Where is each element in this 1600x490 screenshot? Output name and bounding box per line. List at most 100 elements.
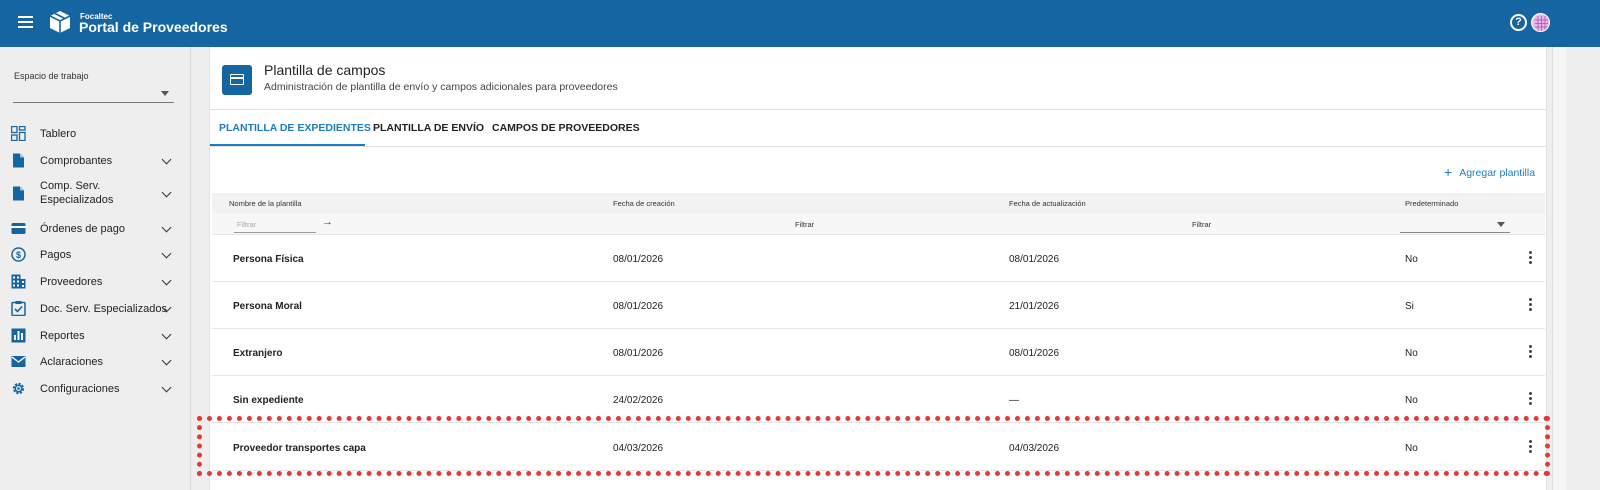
sidebar-item-pagos[interactable]: $ Pagos: [0, 245, 190, 265]
hamburger-menu-icon[interactable]: [18, 16, 33, 28]
chevron-down-icon: [161, 154, 172, 165]
column-header-default[interactable]: Predeterminado: [1405, 199, 1458, 208]
sidebar-item-label: Proveedores: [40, 276, 103, 288]
row-name: Persona Moral: [233, 301, 302, 312]
sidebar-item-label: Tablero: [40, 128, 77, 140]
row-updated: 04/03/2026: [1009, 443, 1060, 454]
table-row[interactable]: Proveedor transportes capa 04/03/2026 04…: [212, 424, 1545, 471]
created-filter[interactable]: Filtrar: [795, 220, 814, 229]
sidebar-item-reportes[interactable]: Reportes: [0, 326, 190, 346]
caret-down-icon: [1497, 222, 1505, 227]
row-name: Extranjero: [233, 348, 283, 359]
row-created: 08/01/2026: [613, 348, 664, 359]
row-created: 04/03/2026: [613, 443, 664, 454]
avatar-pattern-icon: [1532, 14, 1549, 31]
chevron-down-icon: [161, 382, 172, 393]
table-row[interactable]: Persona Física 08/01/2026 08/01/2026 No: [212, 235, 1545, 282]
row-updated: 08/01/2026: [1009, 254, 1060, 265]
more-options-icon[interactable]: [1529, 440, 1533, 454]
tab-plantilla-de-expedientes[interactable]: PLANTILLA DE EXPEDIENTES: [219, 122, 371, 134]
sidebar-item-configuraciones[interactable]: Configuraciones: [0, 379, 190, 399]
arrow-right-icon[interactable]: →: [322, 216, 333, 228]
sidebar-item-label: Doc. Serv. Especializados: [40, 303, 167, 315]
credit-card-icon: [11, 223, 26, 234]
workspace-select[interactable]: [13, 85, 174, 103]
sidebar-item-doc-serv-especializados[interactable]: Doc. Serv. Especializados: [0, 299, 190, 319]
table-row[interactable]: Sin expediente 24/02/2026 — No: [212, 376, 1545, 423]
more-options-icon[interactable]: [1529, 251, 1533, 265]
chevron-down-icon: [161, 187, 172, 198]
sidebar-item-ordenes-de-pago[interactable]: Órdenes de pago: [0, 219, 190, 239]
help-icon[interactable]: ?: [1510, 14, 1527, 31]
chevron-down-icon: [161, 222, 172, 233]
more-options-icon[interactable]: [1529, 345, 1533, 359]
default-filter-select[interactable]: [1400, 215, 1510, 233]
row-created: 08/01/2026: [613, 301, 664, 312]
dollar-icon: $: [11, 247, 26, 262]
add-template-button[interactable]: + Agregar plantilla: [1444, 163, 1536, 180]
sidebar-gutter: [191, 47, 209, 490]
row-name: Persona Física: [233, 254, 304, 265]
sidebar-item-label: Reportes: [40, 330, 85, 342]
column-header-name[interactable]: Nombre de la plantilla: [229, 199, 302, 208]
chevron-down-icon: [161, 248, 172, 259]
user-avatar[interactable]: [1531, 13, 1550, 32]
row-default: No: [1405, 395, 1418, 406]
chevron-down-icon: [161, 275, 172, 286]
chevron-down-icon: [161, 329, 172, 340]
sidebar-item-label: Configuraciones: [40, 383, 120, 395]
row-default: No: [1405, 254, 1418, 265]
box-logo-icon: [49, 11, 71, 33]
column-header-created[interactable]: Fecha de creación: [613, 199, 675, 208]
sidebar-item-proveedores[interactable]: Proveedores: [0, 272, 190, 292]
page-subtitle: Administración de plantilla de envío y c…: [264, 81, 618, 93]
tab-campos-de-proveedores[interactable]: CAMPOS DE PROVEEDORES: [492, 122, 640, 134]
bar-chart-icon: [11, 328, 26, 343]
document-icon: [13, 153, 24, 168]
sidebar: Espacio de trabajo Tablero Comprobantes …: [0, 47, 191, 490]
caret-down-icon: [161, 91, 169, 96]
sidebar-item-aclaraciones[interactable]: Aclaraciones: [0, 352, 190, 372]
row-default: Si: [1405, 301, 1414, 312]
row-created: 24/02/2026: [613, 395, 664, 406]
sidebar-item-label: Órdenes de pago: [40, 223, 126, 235]
tab-plantilla-de-envio[interactable]: PLANTILLA DE ENVÍO: [373, 122, 484, 134]
column-header-updated[interactable]: Fecha de actualización: [1009, 199, 1086, 208]
brand-title: Portal de Proveedores: [79, 19, 228, 35]
name-filter-input[interactable]: Filtrar: [234, 215, 316, 233]
plus-icon: +: [1444, 164, 1453, 180]
svg-text:$: $: [16, 250, 21, 260]
vertical-scrollbar[interactable]: [1552, 47, 1566, 490]
row-created: 08/01/2026: [613, 254, 664, 265]
row-updated: 08/01/2026: [1009, 348, 1060, 359]
sidebar-item-label: Comprobantes: [40, 155, 113, 167]
row-name: Proveedor transportes capa: [233, 443, 366, 454]
row-default: No: [1405, 443, 1418, 454]
more-options-icon[interactable]: [1529, 298, 1533, 312]
row-updated: —: [1009, 395, 1019, 406]
sidebar-item-comprobantes[interactable]: Comprobantes: [0, 151, 190, 171]
building-icon: [11, 274, 26, 289]
card-icon: [222, 65, 252, 95]
page-title: Plantilla de campos: [264, 62, 386, 78]
row-default: No: [1405, 348, 1418, 359]
clipboard-check-icon: [11, 301, 26, 316]
top-app-bar: Focaltec Portal de Proveedores ?: [0, 0, 1600, 47]
add-template-label: Agregar plantilla: [1459, 167, 1536, 179]
sidebar-item-tablero[interactable]: Tablero: [0, 124, 190, 144]
workspace-label: Espacio de trabajo: [14, 71, 89, 81]
table-row[interactable]: Extranjero 08/01/2026 08/01/2026 No: [212, 329, 1545, 376]
filter-row: Filtrar → Filtrar Filtrar: [212, 213, 1545, 235]
sidebar-item-label: Pagos: [40, 249, 72, 261]
divider: [210, 109, 1547, 110]
row-name: Sin expediente: [233, 395, 304, 406]
sidebar-item-comp-serv-especializados[interactable]: Comp. Serv. Especializados: [0, 178, 190, 210]
divider: [210, 146, 1547, 147]
dashboard-icon: [11, 126, 26, 141]
more-options-icon[interactable]: [1529, 392, 1533, 406]
mail-icon: [11, 356, 26, 367]
updated-filter[interactable]: Filtrar: [1192, 220, 1211, 229]
sidebar-item-label: Aclaraciones: [40, 356, 103, 368]
table-row[interactable]: Persona Moral 08/01/2026 21/01/2026 Si: [212, 282, 1545, 329]
document-icon: [13, 186, 24, 201]
